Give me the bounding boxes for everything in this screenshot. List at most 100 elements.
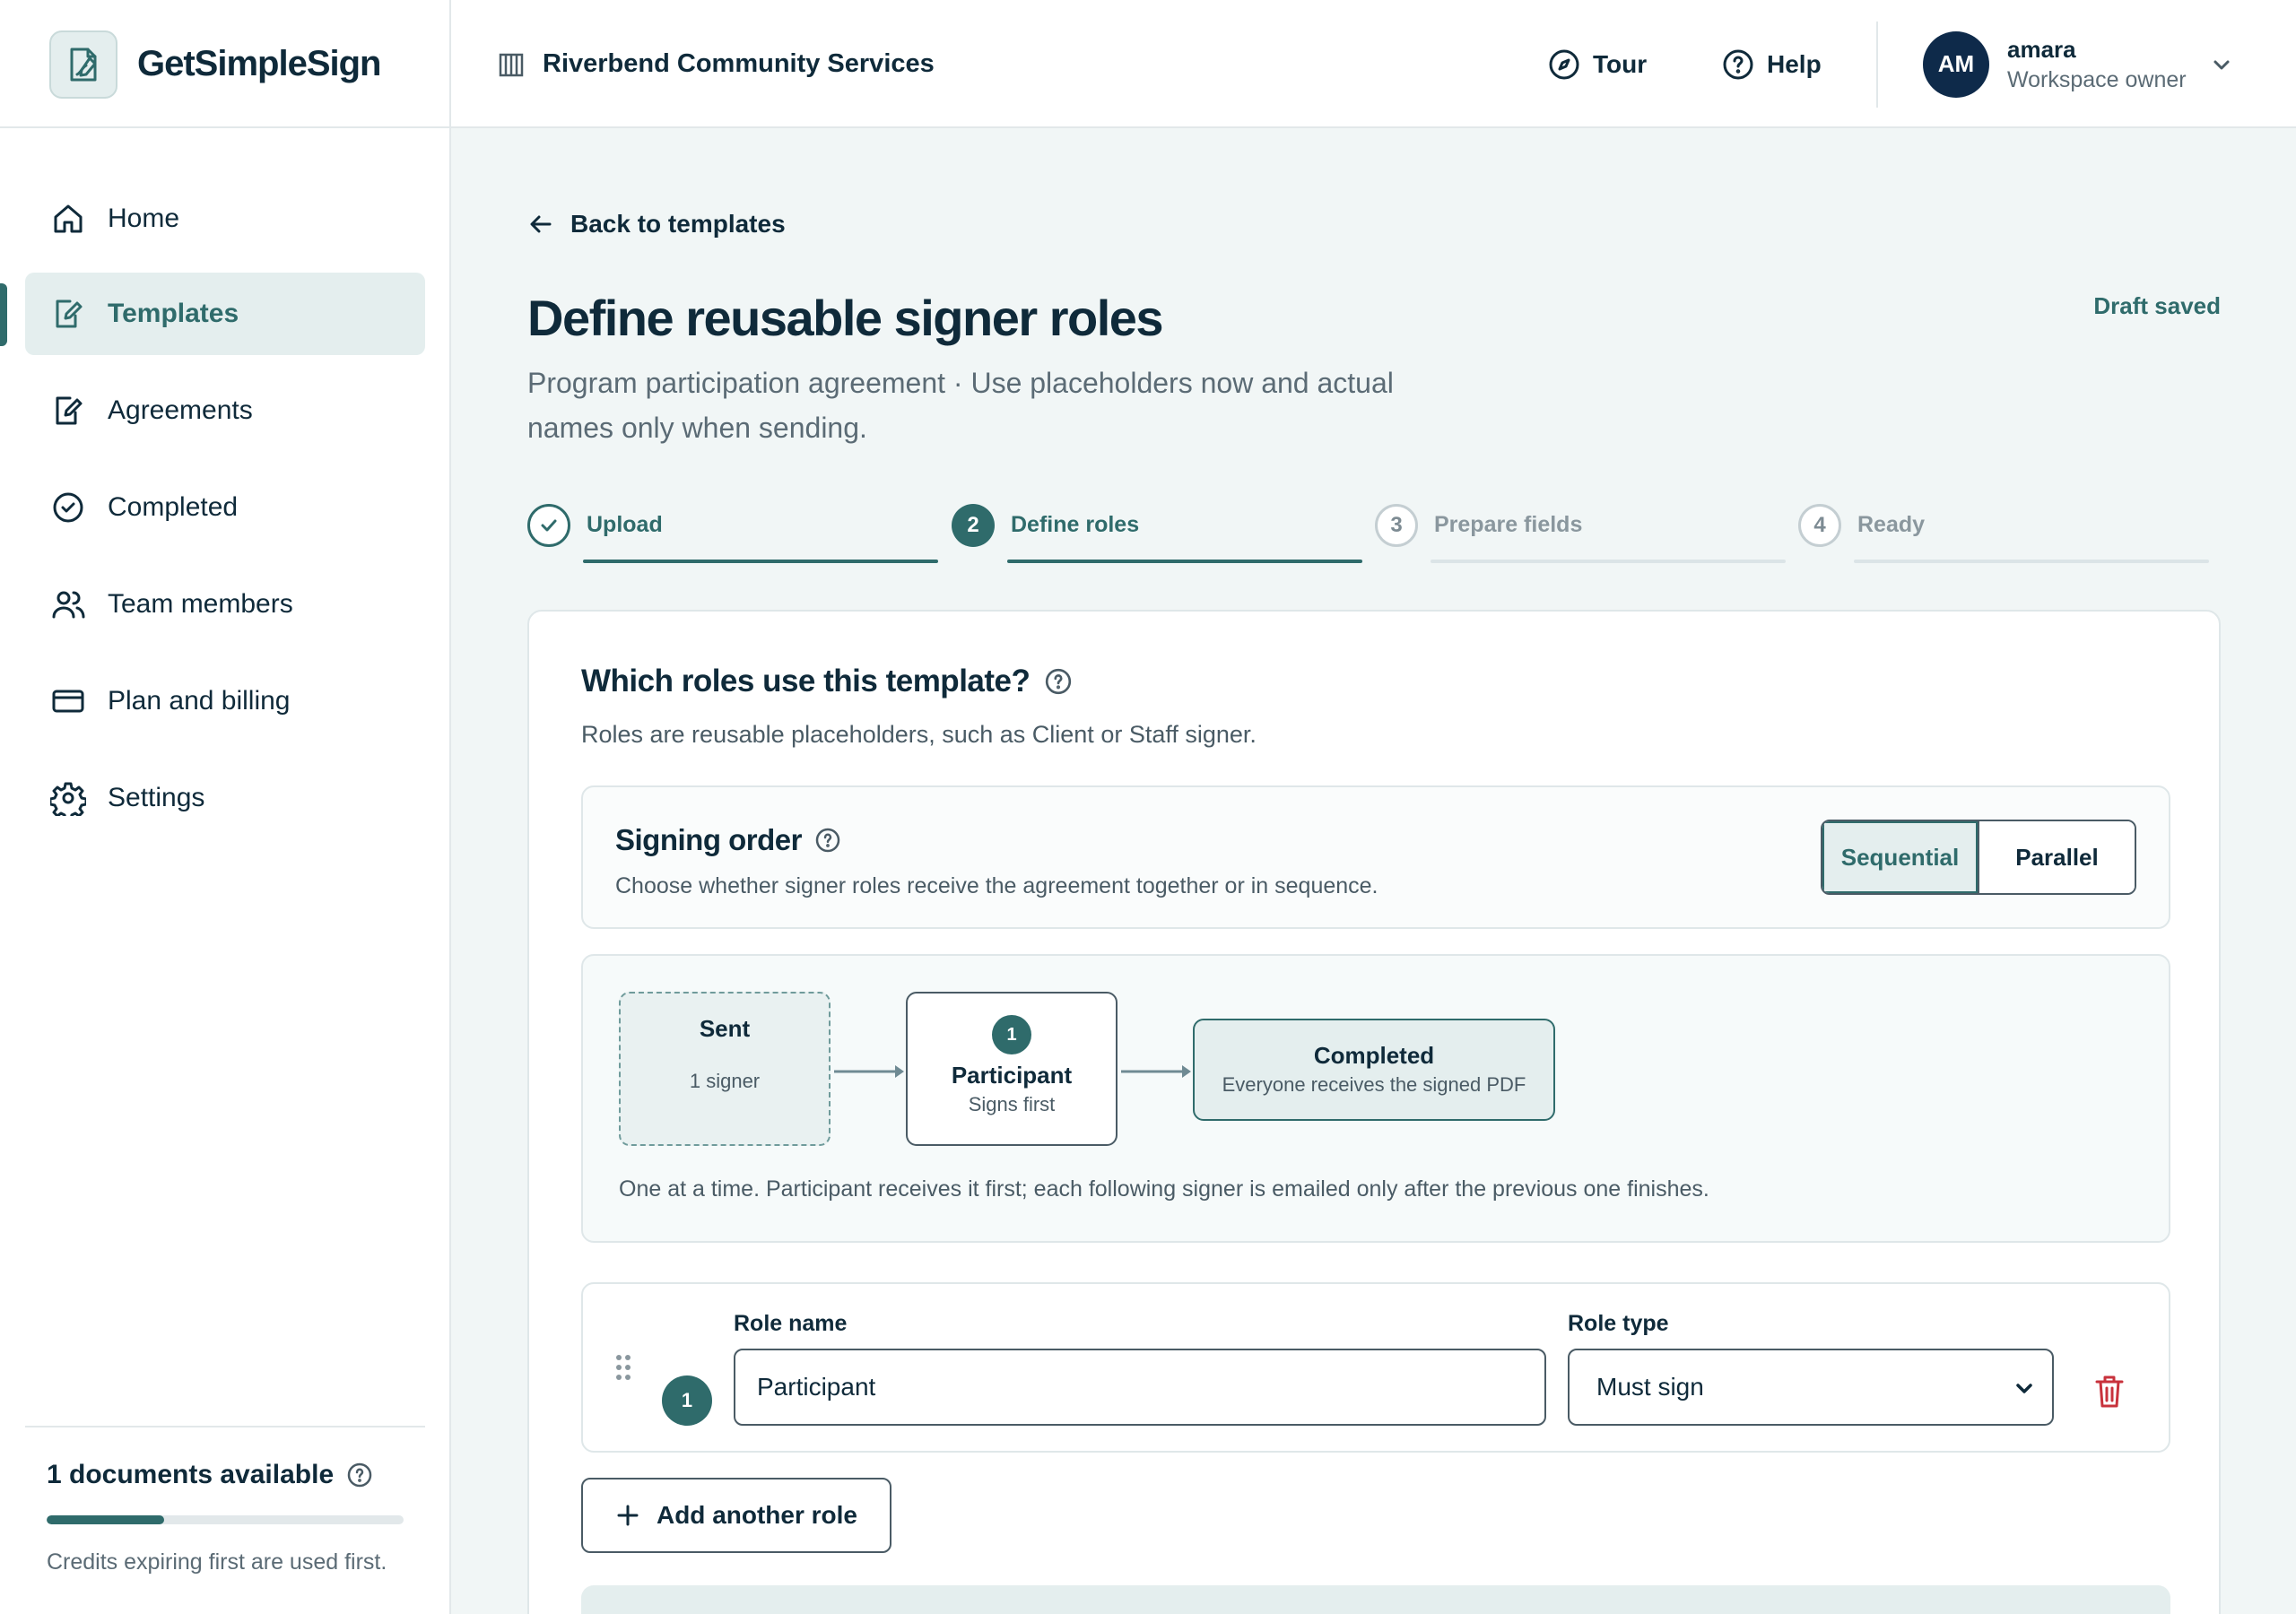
flow-node-number: 1 bbox=[992, 1015, 1031, 1054]
step-define-roles[interactable]: 2 Define roles bbox=[952, 504, 1362, 565]
signing-order-description: Choose whether signer roles receive the … bbox=[615, 873, 1378, 898]
sidebar-item-label: Plan and billing bbox=[108, 686, 291, 716]
flow-node-sub: Everyone receives the signed PDF bbox=[1222, 1073, 1526, 1096]
flow-note: One at a time. Participant receives it f… bbox=[619, 1176, 1709, 1202]
active-indicator bbox=[0, 283, 7, 346]
credits-note: Credits expiring first are used first. bbox=[47, 1549, 387, 1575]
flow-node-sent: Sent 1 signer bbox=[619, 992, 831, 1146]
tour-button[interactable]: Tour bbox=[1548, 0, 1647, 128]
step-label: Ready bbox=[1857, 512, 1926, 537]
card-title: Which roles use this template? bbox=[581, 664, 1031, 699]
flow-node-completed: Completed Everyone receives the signed P… bbox=[1193, 1019, 1555, 1121]
drag-handle-icon[interactable] bbox=[615, 1354, 631, 1381]
sidebar-item-label: Completed bbox=[108, 492, 239, 522]
sidebar-item-label: Team members bbox=[108, 589, 293, 619]
credits-progress-bar bbox=[47, 1515, 404, 1524]
step-label: Define roles bbox=[1011, 512, 1140, 537]
sidebar-item-settings[interactable]: Settings bbox=[25, 757, 425, 839]
signing-order-title: Signing order bbox=[615, 823, 803, 856]
template-icon bbox=[56, 299, 83, 328]
brand-name: GetSimpleSign bbox=[137, 44, 381, 83]
flow-node-title: Sent bbox=[699, 1015, 751, 1042]
sequential-option[interactable]: Sequential bbox=[1822, 821, 1979, 893]
gear-icon bbox=[50, 782, 86, 816]
credits-progress-fill bbox=[47, 1515, 165, 1524]
step-ready[interactable]: 4 Ready bbox=[1798, 504, 2209, 565]
arrow-right-icon bbox=[834, 1065, 904, 1078]
role-type-label: Role type bbox=[1568, 1311, 1669, 1336]
step-progress-line bbox=[1431, 560, 1786, 563]
sidebar-item-label: Agreements bbox=[108, 395, 253, 425]
signing-flow-diagram: Sent 1 signer 1 Participant Signs first … bbox=[581, 954, 2170, 1243]
help-circle-icon[interactable] bbox=[346, 1462, 373, 1488]
step-progress-line bbox=[1854, 560, 2209, 563]
sidebar-item-label: Settings bbox=[108, 783, 205, 812]
roles-card: Which roles use this template? Roles are… bbox=[527, 610, 2221, 1614]
role-type-select[interactable]: Must sign bbox=[1568, 1349, 2054, 1426]
user-name: amara bbox=[2007, 35, 2076, 63]
credits-panel: 1 documents available Credits expiring f… bbox=[25, 1426, 425, 1575]
role-number-badge: 1 bbox=[662, 1375, 712, 1426]
step-progress-line bbox=[1007, 560, 1362, 563]
add-role-button[interactable]: Add another role bbox=[581, 1478, 891, 1553]
help-button[interactable]: Help bbox=[1722, 0, 1822, 128]
flow-node-title: Participant bbox=[951, 1062, 1073, 1089]
agreement-icon bbox=[56, 396, 83, 425]
credit-card-icon bbox=[52, 690, 84, 713]
role-name-label: Role name bbox=[734, 1311, 848, 1336]
back-label: Back to templates bbox=[570, 210, 786, 238]
credits-title: 1 documents available bbox=[47, 1460, 335, 1489]
sidebar-item-label: Home bbox=[108, 204, 180, 233]
sidebar-item-home[interactable]: Home bbox=[25, 178, 425, 260]
draft-status: Draft saved bbox=[2093, 292, 2221, 319]
compass-icon bbox=[1549, 49, 1579, 79]
user-role: Workspace owner bbox=[2007, 66, 2187, 92]
step-upload[interactable]: Upload bbox=[527, 504, 938, 565]
org-name: Riverbend Community Services bbox=[543, 49, 935, 78]
step-label: Prepare fields bbox=[1434, 512, 1583, 537]
role-name-input[interactable] bbox=[734, 1349, 1546, 1426]
sidebar-item-label: Templates bbox=[108, 299, 239, 328]
signing-order-toggle: Sequential Parallel bbox=[1821, 820, 2136, 895]
check-circle-icon bbox=[53, 492, 83, 523]
sidebar-item-templates[interactable]: Templates bbox=[25, 273, 425, 355]
back-to-templates-link[interactable]: Back to templates bbox=[527, 210, 786, 239]
page-subtitle: Program participation agreement · Use pl… bbox=[527, 367, 1394, 444]
arrow-left-icon bbox=[530, 215, 552, 233]
flow-node-sub: Signs first bbox=[968, 1093, 1056, 1115]
building-icon bbox=[499, 53, 524, 76]
help-circle-icon bbox=[1723, 49, 1753, 79]
help-label: Help bbox=[1767, 49, 1822, 78]
step-prepare-fields[interactable]: 3 Prepare fields bbox=[1375, 504, 1786, 565]
org-switcher[interactable]: Riverbend Community Services bbox=[498, 0, 935, 128]
avatar: AM bbox=[1923, 30, 1989, 98]
user-menu[interactable]: AM amara Workspace owner bbox=[1923, 0, 2233, 128]
users-icon bbox=[52, 591, 85, 619]
chevron-down-icon bbox=[2016, 1384, 2032, 1393]
sidebar-item-team-members[interactable]: Team members bbox=[25, 563, 425, 646]
home-icon bbox=[54, 204, 83, 233]
bottom-panel bbox=[581, 1585, 2170, 1614]
parallel-option[interactable]: Parallel bbox=[1979, 821, 2135, 893]
brand[interactable]: GetSimpleSign bbox=[0, 0, 451, 128]
trash-icon[interactable] bbox=[2093, 1374, 2126, 1410]
sidebar-item-agreements[interactable]: Agreements bbox=[25, 369, 425, 452]
arrow-right-icon bbox=[1121, 1065, 1191, 1078]
top-bar: GetSimpleSign Riverbend Community Servic… bbox=[0, 0, 2296, 128]
page-title: Define reusable signer roles bbox=[527, 290, 1164, 346]
sidebar-item-plan-and-billing[interactable]: Plan and billing bbox=[25, 660, 425, 742]
step-number: 2 bbox=[952, 504, 995, 547]
flow-node-title: Completed bbox=[1313, 1042, 1435, 1069]
step-check-icon bbox=[527, 504, 570, 547]
flow-node-sub: 1 signer bbox=[689, 1070, 761, 1092]
step-number: 3 bbox=[1375, 504, 1418, 547]
plus-icon bbox=[617, 1505, 639, 1526]
add-role-label: Add another role bbox=[656, 1501, 857, 1529]
step-label: Upload bbox=[587, 512, 663, 537]
help-circle-icon[interactable] bbox=[1044, 667, 1073, 696]
flow-node-participant: 1 Participant Signs first bbox=[906, 992, 1118, 1146]
help-circle-icon[interactable] bbox=[814, 827, 841, 854]
top-divider bbox=[1876, 22, 1878, 108]
role-row: 1 Role name Role type Must sign bbox=[581, 1282, 2170, 1453]
sidebar-item-completed[interactable]: Completed bbox=[25, 466, 425, 549]
